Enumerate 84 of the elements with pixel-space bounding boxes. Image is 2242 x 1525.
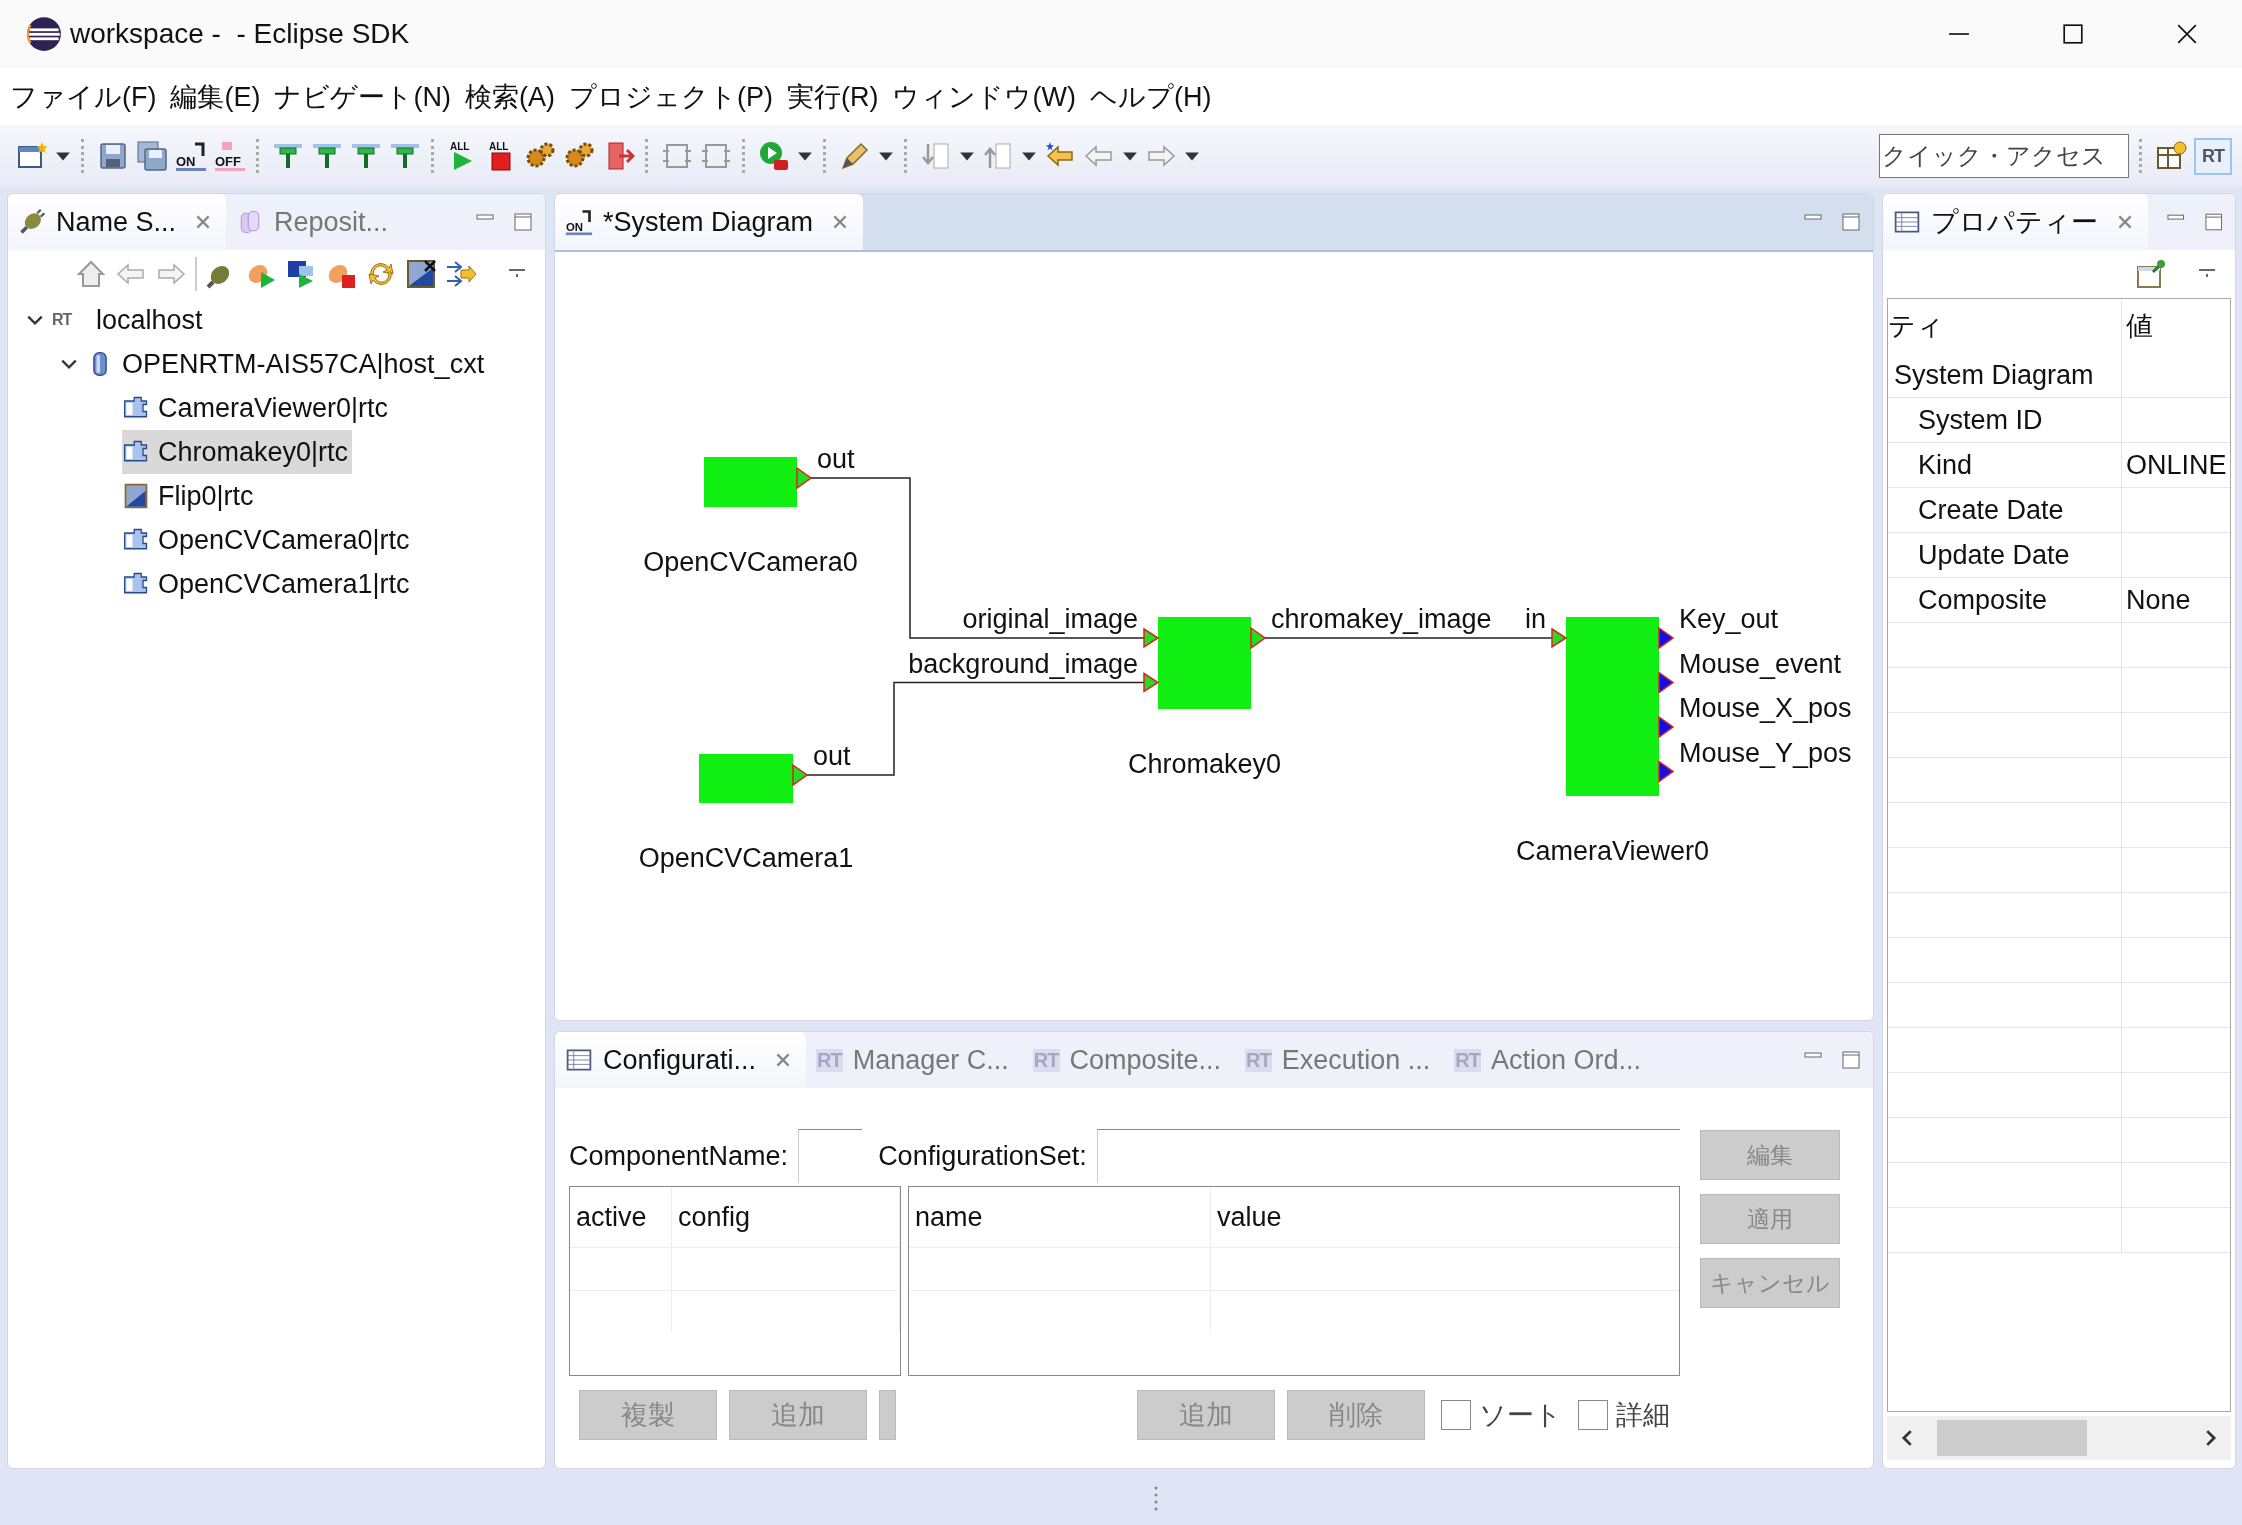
column-header[interactable]: active [570,1187,672,1247]
inport-icon[interactable] [1143,672,1160,693]
image-icon [122,482,150,510]
port-label: chromakey_image [1271,604,1492,634]
property-name: System ID [1888,398,2122,442]
maximize-view-icon[interactable] [1841,212,1861,232]
port-label: background_image [908,648,1138,679]
configuration-set-field[interactable] [1096,1129,1680,1183]
port-label: out [817,444,855,474]
window-title: workspace - - Eclipse SDK [70,18,410,50]
next-annotation-icon[interactable] [920,140,952,172]
column-header[interactable]: value [1211,1187,1679,1247]
port-label: in [1525,604,1546,634]
component-name: OpenCVCamera1 [638,843,854,873]
eclipse-logo-icon [26,16,62,52]
checkbox-label[interactable]: 詳細 [1616,1397,1670,1433]
tree-item[interactable]: Flip0|rtc [26,474,254,518]
horizontal-scrollbar[interactable] [1887,1416,2231,1460]
menu-item[interactable]: 編集(E) [170,78,261,115]
checkbox[interactable] [1578,1400,1608,1430]
tree-item[interactable]: OPENRTM-AIS57CA|host_cxt [26,342,545,386]
inport-icon[interactable] [1143,627,1160,649]
pin-icon[interactable] [2135,258,2167,290]
close-tab-icon[interactable] [2116,213,2134,231]
home-icon[interactable] [75,258,107,290]
open-perspective-icon[interactable] [2155,140,2187,172]
menu-item[interactable]: ナビゲート(N) [274,78,451,115]
port-label: original_image [962,604,1138,634]
inport-icon[interactable] [1551,627,1568,649]
previous-annotation-icon[interactable] [982,140,1014,172]
plug-icon [18,208,46,236]
property-value: ONLINE [2126,449,2227,481]
field-label: ConfigurationSet: [878,1140,1087,1172]
property-name: Kind [1888,443,2122,487]
port-label: Key_out [1679,604,1779,634]
menu-item[interactable]: 検索(A) [464,78,555,115]
property-name: Create Date [1888,488,2122,532]
rt-host-icon: RT [52,311,88,329]
port-label: out [813,741,851,771]
tree-item[interactable]: CameraViewer0|rtc [26,386,389,430]
pen-icon[interactable] [839,140,871,172]
image-delete-icon[interactable] [405,258,437,290]
menu-item[interactable]: プロジェクト(P) [568,78,773,115]
component-name-field[interactable] [798,1129,863,1183]
column-header[interactable]: config [672,1187,900,1247]
tree-item[interactable]: OpenCVCamera1|rtc [26,562,410,606]
checkbox[interactable] [1441,1400,1471,1430]
tree-item[interactable]: RT localhost [26,298,545,342]
menu-item[interactable]: ファイル(F) [10,78,157,115]
component-name: CameraViewer0 [1515,836,1710,866]
save-all-icon[interactable] [136,140,168,172]
save-icon[interactable] [97,140,129,172]
close-icon[interactable] [2176,23,2198,45]
column-header[interactable]: 値 [2122,299,2230,353]
quick-access-field[interactable]: クイック・アクセス [1879,134,2129,178]
view-tab[interactable]: プロパティー [1883,194,2148,250]
menu-item[interactable]: ウィンドウ(W) [892,78,1076,115]
port-label: Mouse_Y_pos [1679,737,1852,768]
property-name: System Diagram [1888,353,2122,397]
rt-perspective-button[interactable]: RT [2194,137,2232,175]
property-name: Update Date [1888,533,2122,577]
column-header[interactable]: ティ [1888,299,2122,353]
view-tab[interactable]: Configurati... [555,1032,807,1088]
maximize-view-icon[interactable] [2203,212,2223,232]
view-tab[interactable]: Name S... [8,194,227,250]
property-value: None [2126,584,2191,616]
component-name: Chromakey0 [1127,749,1282,779]
port-label: Mouse_X_pos [1679,693,1852,723]
column-header[interactable]: name [909,1187,1211,1247]
tree-item[interactable]: Chromakey0|rtc [122,430,353,474]
scrollbar-thumb[interactable] [1937,1420,2087,1456]
field-label: ComponentName: [569,1140,789,1172]
merge-arrows-icon[interactable] [445,258,477,290]
maximize-icon[interactable] [2062,23,2084,45]
menu-item[interactable]: ヘルプ(H) [1089,78,1212,115]
tree-item[interactable]: OpenCVCamera0|rtc [26,518,410,562]
checkbox-label[interactable]: ソート [1479,1397,1562,1433]
component-name: OpenCVCamera0 [643,547,858,577]
menu-item[interactable]: 実行(R) [786,78,879,115]
property-name: Composite [1888,578,2122,622]
port-label: Mouse_event [1679,648,1842,679]
run-icon[interactable] [758,140,790,172]
editor-tab[interactable]: ON *System Diagram [555,194,864,250]
view-tab[interactable]: Reposit... [226,194,403,250]
